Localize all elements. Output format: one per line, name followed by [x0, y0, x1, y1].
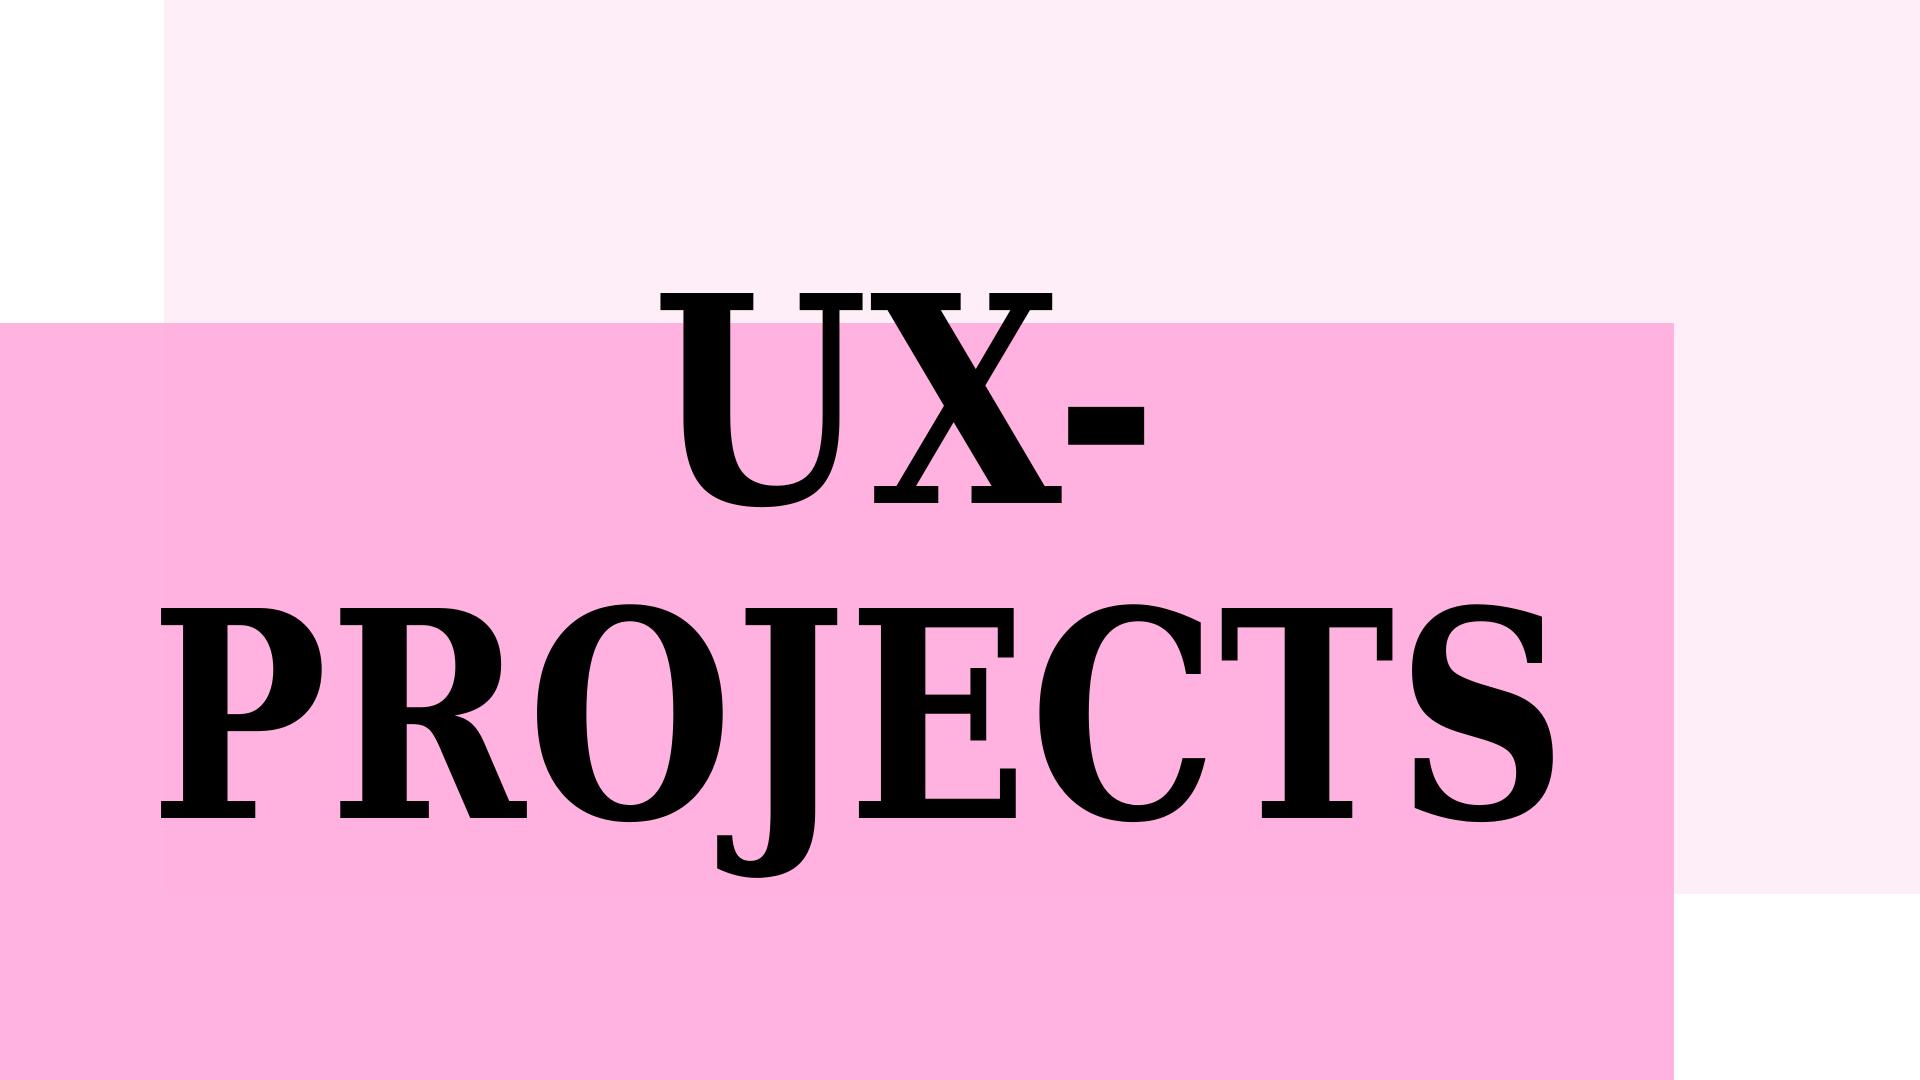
title-line-2: PROJECTS: [150, 548, 1569, 886]
title-line-1: UX-: [652, 233, 1160, 571]
slide-canvas: UX- PROJECTS: [0, 0, 1920, 1080]
